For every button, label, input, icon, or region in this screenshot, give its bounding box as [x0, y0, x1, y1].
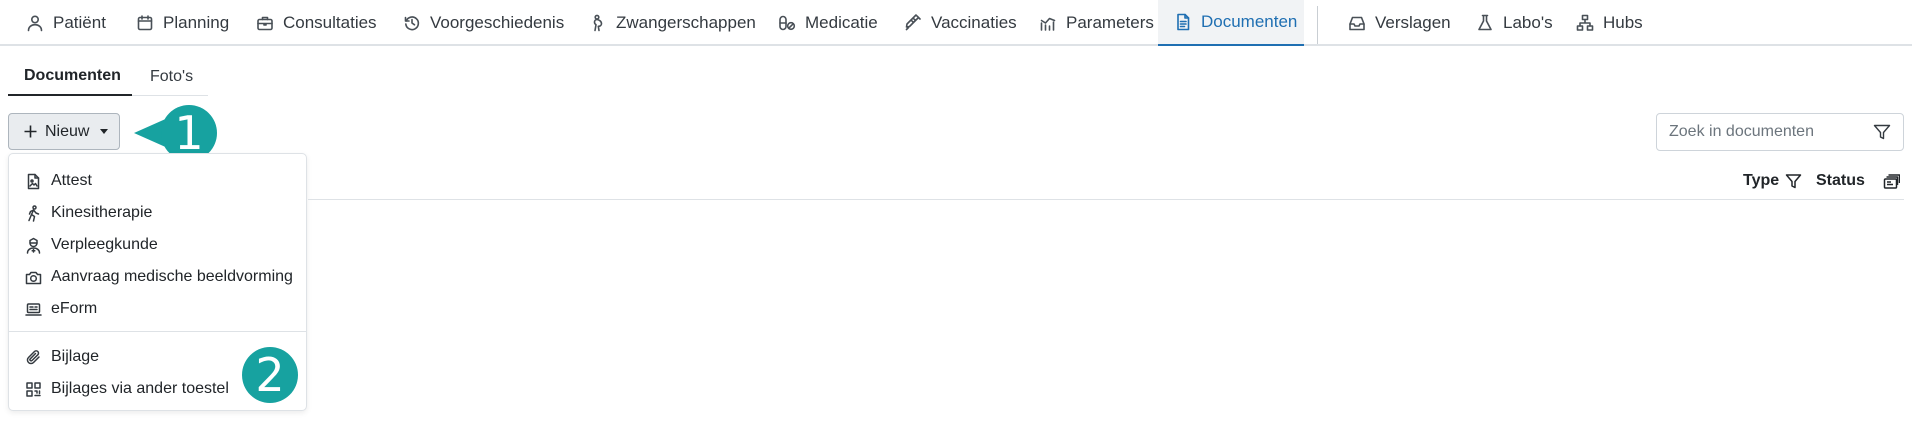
person-icon — [27, 15, 43, 32]
inbox-icon — [1349, 16, 1365, 31]
pregnancy-icon — [593, 14, 603, 32]
callout-number-2: 2 — [255, 348, 285, 402]
tab-labos[interactable]: Labo's — [1460, 0, 1569, 46]
menu-divider — [9, 331, 306, 332]
tab-label: Vaccinaties — [931, 13, 1017, 32]
column-label: Status — [1816, 172, 1865, 189]
tab-label: Medicatie — [805, 13, 878, 32]
tab-vaccinaties[interactable]: Vaccinaties — [888, 0, 1033, 46]
new-document-button[interactable]: Nieuw — [8, 113, 120, 150]
flask-icon — [1478, 14, 1492, 31]
menu-item-aanvraag-beeldvorming[interactable]: Aanvraag medische beeldvorming — [25, 265, 293, 289]
menu-item-label: Bijlages via ander toestel — [51, 380, 229, 397]
tab-zwangerschappen[interactable]: Zwangerschappen — [573, 0, 772, 46]
tab-label: Verslagen — [1375, 13, 1451, 32]
menu-item-label: eForm — [51, 300, 98, 317]
calendar-icon — [137, 15, 153, 31]
menu-item-bijlage[interactable]: Bijlage — [25, 345, 99, 369]
menu-item-verpleegkunde[interactable]: Verpleegkunde — [25, 233, 158, 257]
search-input[interactable] — [1669, 123, 1869, 141]
qr-code-icon — [26, 381, 41, 397]
walking-person-icon — [28, 204, 40, 222]
hierarchy-icon — [1576, 14, 1594, 31]
camera-icon — [25, 271, 42, 284]
chevron-down-icon — [100, 129, 109, 134]
subtab-label: Documenten — [24, 67, 121, 84]
syringe-icon — [905, 14, 921, 31]
nurse-icon — [26, 237, 41, 254]
filter-icon[interactable] — [1785, 173, 1802, 190]
subtab-documenten[interactable]: Documenten — [8, 58, 132, 96]
tab-label: Zwangerschappen — [616, 13, 756, 32]
tab-parameters[interactable]: Parameters — [1023, 0, 1170, 46]
sub-tabs: Documenten Foto's — [8, 58, 208, 96]
menu-item-bijlages-ander-toestel[interactable]: Bijlages via ander toestel — [25, 377, 229, 401]
tab-consultaties[interactable]: Consultaties — [240, 0, 393, 46]
tab-label: Planning — [163, 13, 230, 32]
menu-item-label: Bijlage — [51, 348, 100, 365]
paperclip-icon — [26, 349, 40, 364]
history-icon — [404, 16, 420, 31]
column-header-type[interactable]: Type — [1743, 166, 1802, 196]
tab-label: Patiënt — [53, 13, 106, 32]
menu-item-eform[interactable]: eForm — [25, 297, 97, 321]
laptop-form-icon — [25, 302, 42, 316]
plus-icon — [24, 125, 37, 138]
tab-label: Voorgeschiedenis — [430, 13, 565, 32]
tab-label: Documenten — [1201, 12, 1298, 31]
document-icon — [1177, 13, 1190, 31]
filter-icon[interactable] — [1873, 123, 1891, 141]
column-header-status[interactable]: Status — [1816, 166, 1865, 196]
tab-label: Labo's — [1503, 13, 1553, 32]
tab-patient[interactable]: Patiënt — [10, 0, 122, 46]
file-image-icon — [27, 173, 40, 189]
tab-label: Parameters — [1066, 13, 1154, 32]
tab-documenten[interactable]: Documenten — [1158, 0, 1304, 46]
pills-icon — [779, 15, 796, 31]
tab-verslagen[interactable]: Verslagen — [1332, 0, 1467, 46]
documents-table-header: Type Status — [308, 166, 1904, 200]
column-settings-button[interactable] — [1883, 166, 1900, 196]
tab-voorgeschiedenis[interactable]: Voorgeschiedenis — [387, 0, 580, 46]
tab-planning[interactable]: Planning — [120, 0, 245, 46]
column-label: Type — [1743, 172, 1780, 189]
tab-label: Consultaties — [283, 13, 377, 32]
menu-item-kinesitherapie[interactable]: Kinesitherapie — [25, 201, 152, 225]
main-navigation: Patiënt Planning Consultaties Voorgeschi… — [0, 0, 1912, 46]
cards-settings-icon — [1883, 173, 1900, 189]
menu-item-label: Kinesitherapie — [51, 204, 153, 221]
menu-item-attest[interactable]: Attest — [25, 169, 92, 193]
menu-item-label: Aanvraag medische beeldvorming — [51, 268, 293, 285]
subtab-label: Foto's — [150, 68, 194, 85]
new-button-label: Nieuw — [45, 122, 90, 140]
tab-hubs[interactable]: Hubs — [1560, 0, 1659, 46]
document-search — [1656, 113, 1904, 151]
tab-medicatie[interactable]: Medicatie — [762, 0, 894, 46]
nav-divider — [1317, 6, 1318, 44]
menu-item-label: Verpleegkunde — [51, 236, 158, 253]
subtab-fotos[interactable]: Foto's — [134, 58, 209, 96]
tab-label: Hubs — [1603, 13, 1643, 32]
briefcase-icon — [257, 16, 273, 31]
menu-item-label: Attest — [51, 172, 92, 189]
chart-icon — [1040, 17, 1056, 31]
